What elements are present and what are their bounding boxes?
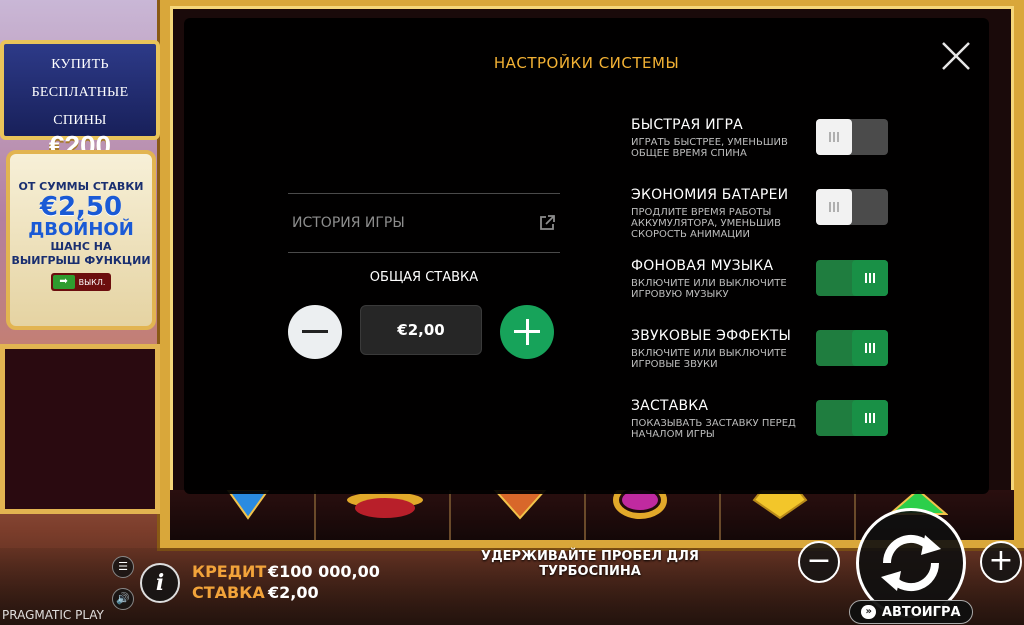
reel-separator: [584, 490, 586, 540]
info-button[interactable]: i: [140, 563, 180, 603]
setting-desc-line: ВКЛЮЧИТЕ ИЛИ ВЫКЛЮЧИТЕ: [631, 278, 787, 289]
setting-desc-line: ВКЛЮЧИТЕ ИЛИ ВЫКЛЮЧИТЕ: [631, 348, 787, 359]
sound-effects-toggle[interactable]: [816, 330, 888, 366]
toggle-knob: [852, 400, 888, 436]
total-bet-value: €2,00: [360, 305, 482, 355]
reel-separator: [314, 490, 316, 540]
setting-desc-line: СКОРОСТЬ АНИМАЦИИ: [631, 229, 751, 240]
setting-desc-line: АККУМУЛЯТОРА, УМЕНЬШИВ: [631, 218, 781, 229]
buy-free-spins-button[interactable]: КУПИТЬ БЕСПЛАТНЫЕ СПИНЫ €200: [0, 40, 160, 161]
setting-sound-effects: ЗВУКОВЫЕ ЭФФЕКТЫ ВКЛЮЧИТЕ ИЛИ ВЫКЛЮЧИТЕ …: [631, 328, 811, 370]
turbo-hint: УДЕРЖИВАЙТЕ ПРОБЕЛ ДЛЯ ТУРБОСПИНА: [470, 549, 710, 579]
setting-desc: ИГРАТЬ БЫСТРЕЕ, УМЕНЬШИВ ОБЩЕЕ ВРЕМЯ СПИ…: [631, 137, 811, 159]
quick-play-toggle[interactable]: [816, 119, 888, 155]
symbol-gem-blue-icon: [226, 490, 270, 520]
reel-separator: [719, 490, 721, 540]
reel-separator: [854, 490, 856, 540]
total-bet-title: ОБЩАЯ СТАВКА: [369, 270, 479, 285]
credit-value: €100 000,00: [268, 562, 380, 581]
setting-desc-line: ПОКАЗЫВАТЬ ЗАСТАВКУ ПЕРЕД: [631, 418, 796, 429]
setting-desc: ВКЛЮЧИТЕ ИЛИ ВЫКЛЮЧИТЕ ИГРОВЫЕ ЗВУКИ: [631, 348, 811, 370]
setting-desc-line: ИГРОВУЮ МУЗЫКУ: [631, 289, 729, 300]
autoplay-label: АВТОИГРА: [881, 604, 961, 620]
buy-line3: СПИНЫ: [53, 113, 107, 128]
background-music-toggle[interactable]: [816, 260, 888, 296]
decrease-bet-button[interactable]: −: [798, 541, 840, 583]
setting-desc: ВКЛЮЧИТЕ ИЛИ ВЫКЛЮЧИТЕ ИГРОВУЮ МУЗЫКУ: [631, 278, 811, 300]
buy-line2: БЕСПЛАТНЫЕ: [31, 85, 129, 100]
symbol-gem-yellow-icon: [752, 490, 808, 520]
total-bet-plus-button[interactable]: [500, 305, 554, 359]
setting-battery-saver: ЭКОНОМИЯ БАТАРЕИ ПРОДЛИТЕ ВРЕМЯ РАБОТЫ А…: [631, 187, 811, 240]
setting-desc: ПРОДЛИТЕ ВРЕМЯ РАБОТЫ АККУМУЛЯТОРА, УМЕН…: [631, 207, 811, 240]
setting-desc-line: ПРОДЛИТЕ ВРЕМЯ РАБОТЫ: [631, 207, 772, 218]
ante-chance2: ВЫИГРЫШ ФУНКЦИИ: [11, 254, 151, 267]
ante-double: ДВОЙНОЙ: [28, 219, 134, 240]
setting-quick-play: БЫСТРАЯ ИГРА ИГРАТЬ БЫСТРЕЕ, УМЕНЬШИВ ОБ…: [631, 117, 811, 159]
menu-icon[interactable]: ☰: [112, 556, 134, 578]
setting-desc-line: НАЧАЛОМ ИГРЫ: [631, 429, 715, 440]
toggle-knob: [816, 119, 852, 155]
arrow-right-icon: ➡: [52, 275, 75, 289]
ante-chance1: ШАНС НА: [50, 240, 112, 253]
setting-desc: ПОКАЗЫВАТЬ ЗАСТАВКУ ПЕРЕД НАЧАЛОМ ИГРЫ: [631, 418, 811, 440]
bet-label: СТАВКА: [192, 583, 265, 602]
ante-bet-panel: ОТ СУММЫ СТАВКИ €2,50 ДВОЙНОЙ ШАНС НА ВЫ…: [6, 150, 156, 330]
sound-icon[interactable]: 🔊: [112, 588, 134, 610]
setting-title: ЗВУКОВЫЕ ЭФФЕКТЫ: [631, 328, 792, 344]
setting-title: ФОНОВАЯ МУЗЫКА: [631, 258, 774, 274]
turbo-hint-line2: ТУРБОСПИНА: [539, 564, 641, 579]
ante-toggle[interactable]: ➡ ВЫКЛ.: [50, 273, 112, 291]
toggle-knob: [816, 189, 852, 225]
setting-title: ЭКОНОМИЯ БАТАРЕИ: [631, 187, 789, 203]
credit-label: КРЕДИТ: [192, 562, 267, 581]
toggle-knob: [852, 260, 888, 296]
side-panel: [0, 344, 160, 514]
autoplay-icon: »: [861, 605, 876, 619]
brand-logo: PRAGMATIC PLAY: [2, 608, 104, 622]
divider: [288, 252, 560, 253]
settings-modal: НАСТРОЙКИ СИСТЕМЫ ИСТОРИЯ ИГРЫ ОБЩАЯ СТА…: [184, 18, 989, 494]
battery-saver-toggle[interactable]: [816, 189, 888, 225]
increase-bet-button[interactable]: +: [980, 541, 1022, 583]
close-icon[interactable]: [938, 38, 974, 74]
buy-line1: КУПИТЬ: [51, 57, 109, 72]
setting-desc-line: ИГРОВЫЕ ЗВУКИ: [631, 359, 718, 370]
toggle-knob: [852, 330, 888, 366]
setting-title: ЗАСТАВКА: [631, 398, 709, 414]
symbol-ring-icon: [613, 490, 667, 519]
setting-desc-line: ИГРАТЬ БЫСТРЕЕ, УМЕНЬШИВ: [631, 137, 788, 148]
divider: [288, 193, 560, 194]
setting-title: БЫСТРАЯ ИГРА: [631, 117, 743, 133]
setting-background-music: ФОНОВАЯ МУЗЫКА ВКЛЮЧИТЕ ИЛИ ВЫКЛЮЧИТЕ ИГ…: [631, 258, 811, 300]
game-history-label: ИСТОРИЯ ИГРЫ: [292, 215, 405, 231]
modal-title: НАСТРОЙКИ СИСТЕМЫ: [493, 54, 680, 72]
external-link-icon: [540, 215, 555, 230]
bet-value: €2,00: [268, 583, 319, 602]
symbol-chalice-icon: [347, 492, 423, 518]
reel-separator: [449, 490, 451, 540]
ante-toggle-label: ВЫКЛ.: [78, 277, 106, 287]
symbol-gem-orange-icon: [493, 490, 547, 520]
total-bet-minus-button[interactable]: [288, 305, 342, 359]
ante-amount: €2,50: [39, 192, 123, 222]
setting-desc-line: ОБЩЕЕ ВРЕМЯ СПИНА: [631, 148, 747, 159]
setting-intro-screen: ЗАСТАВКА ПОКАЗЫВАТЬ ЗАСТАВКУ ПЕРЕД НАЧАЛ…: [631, 398, 811, 440]
game-history-link[interactable]: ИСТОРИЯ ИГРЫ: [292, 214, 556, 232]
turbo-hint-line1: УДЕРЖИВАЙТЕ ПРОБЕЛ ДЛЯ: [481, 549, 699, 564]
autoplay-button[interactable]: » АВТОИГРА: [849, 600, 973, 624]
intro-screen-toggle[interactable]: [816, 400, 888, 436]
